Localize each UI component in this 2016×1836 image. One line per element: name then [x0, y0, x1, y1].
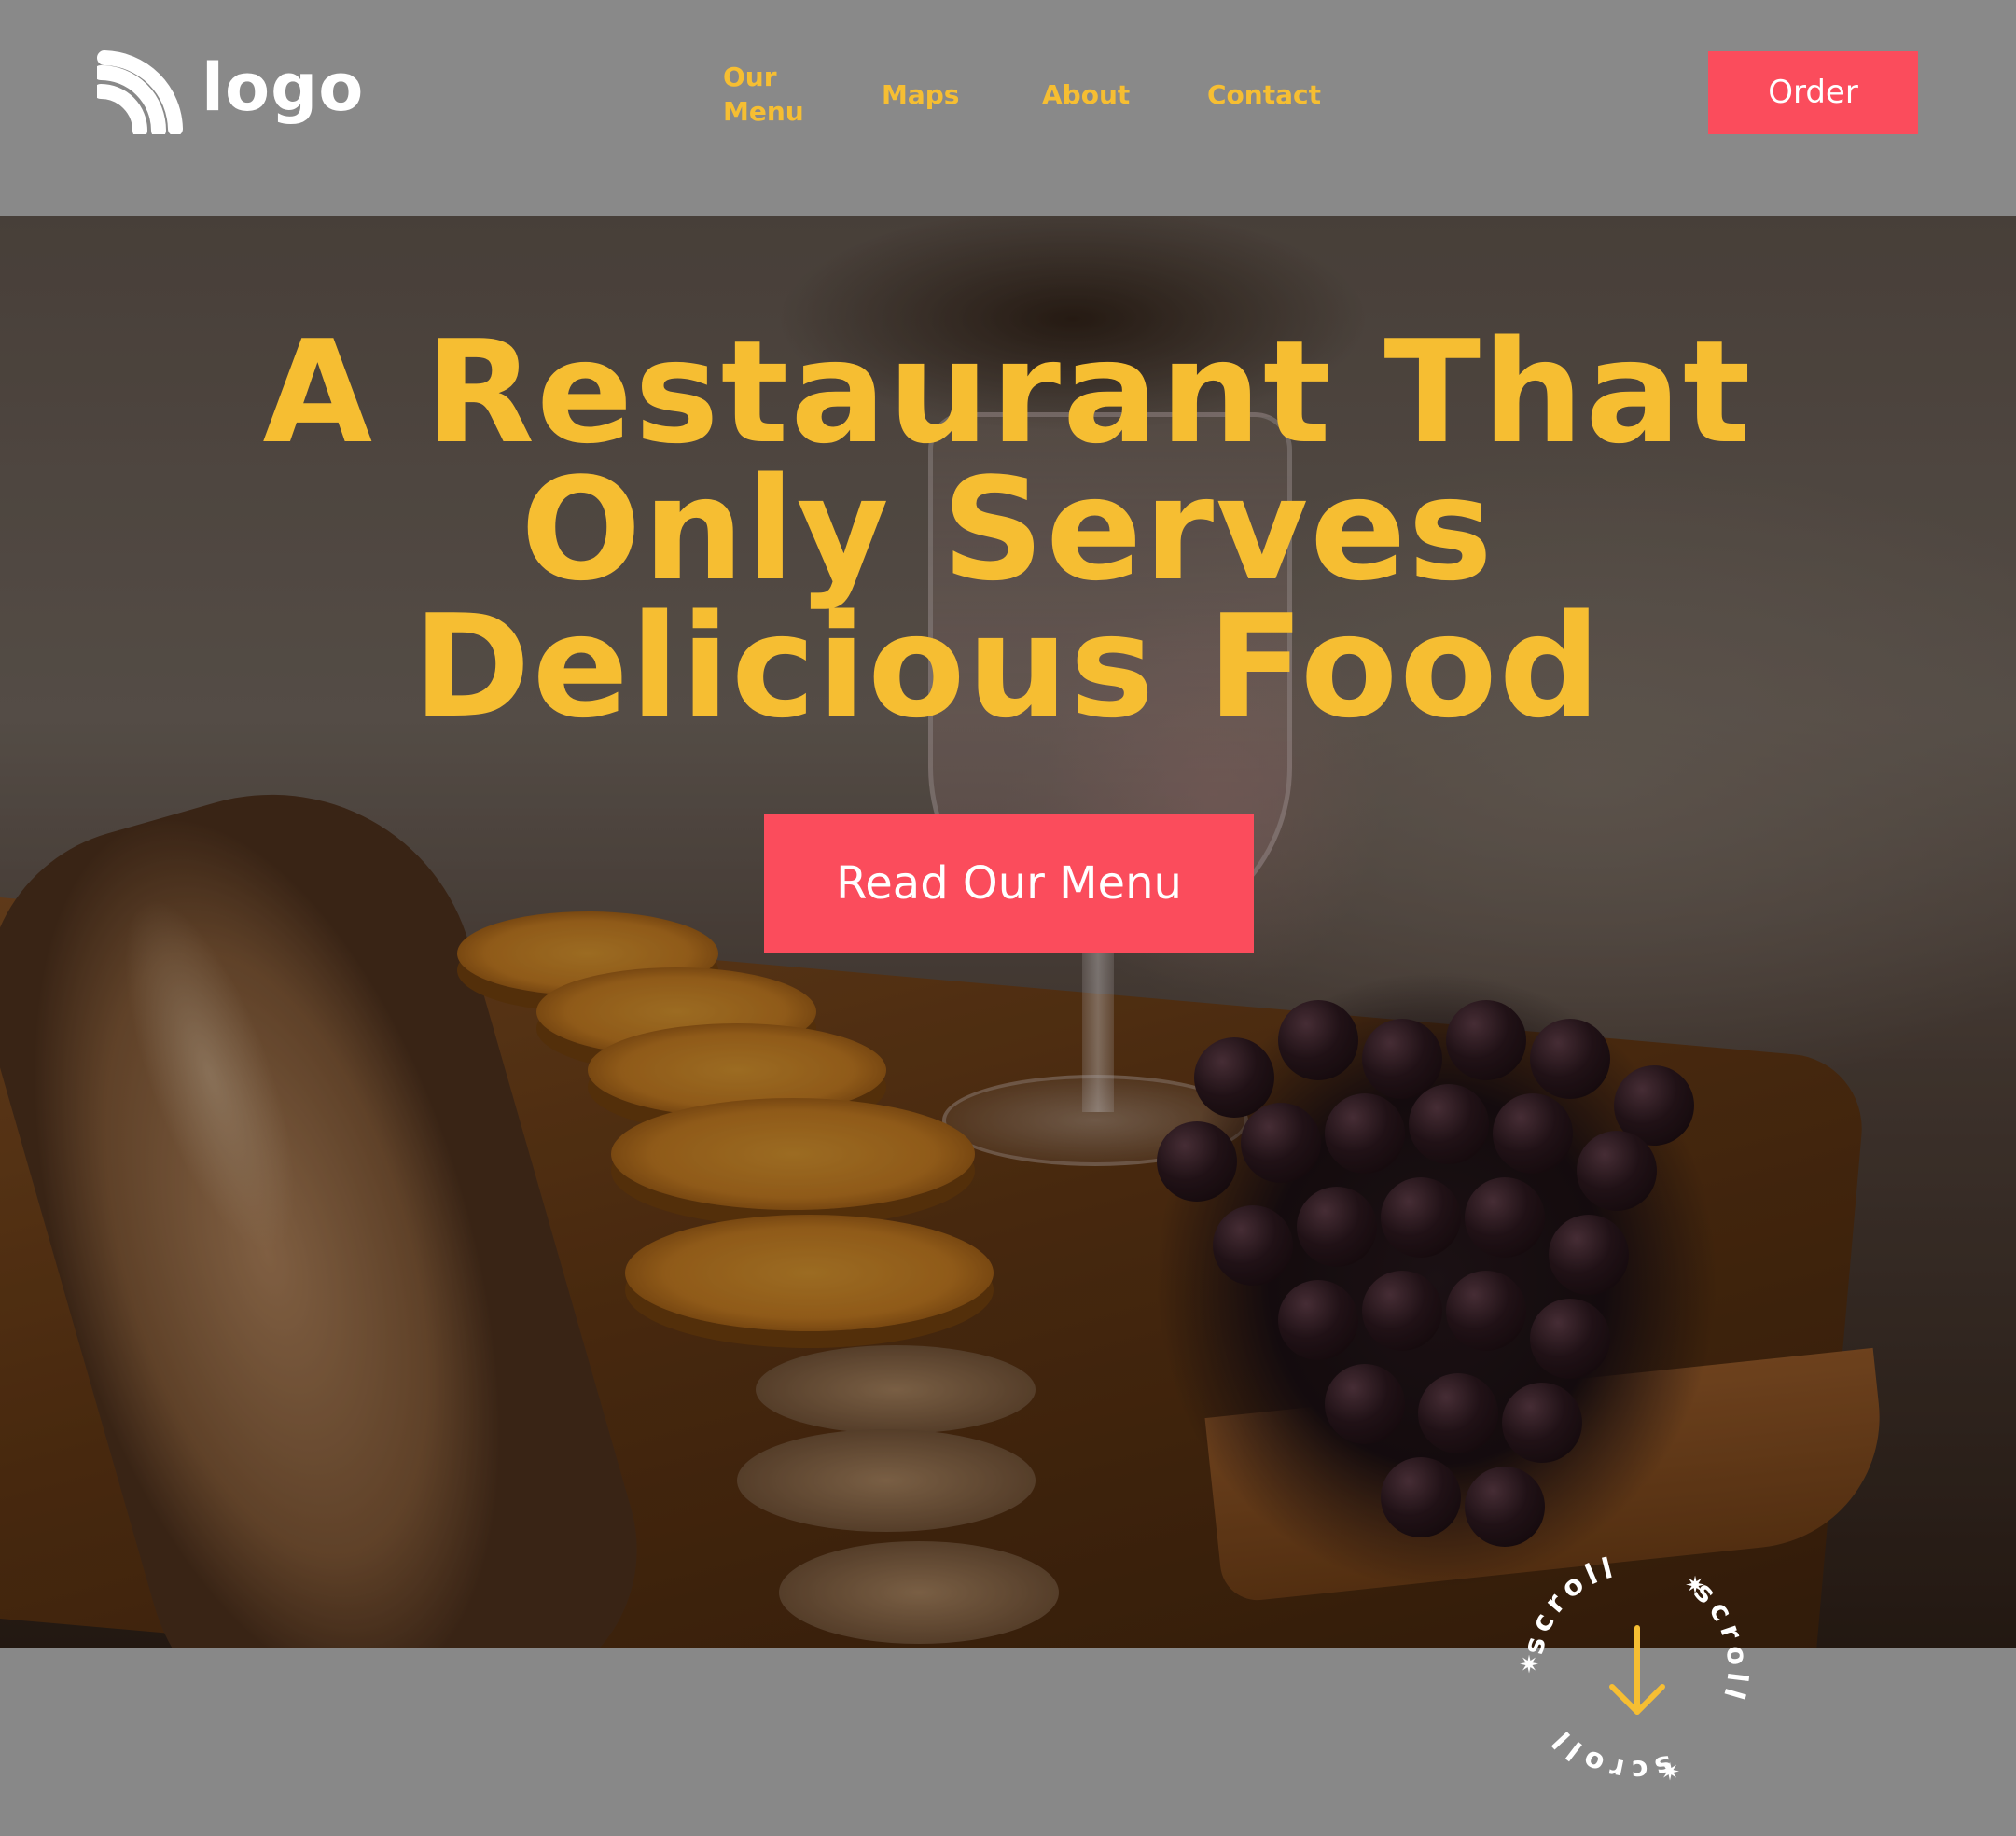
svg-text:✷: ✷: [1685, 1572, 1705, 1600]
site-header: logo Our Menu Maps About Contact Order: [0, 0, 2016, 216]
hero-section: A Restaurant That Only Serves Delicious …: [0, 216, 2016, 1648]
scroll-word: scroll: [1543, 1720, 1675, 1786]
svg-text:scroll: scroll: [1543, 1720, 1675, 1786]
svg-text:✷: ✷: [1519, 1651, 1539, 1679]
order-button[interactable]: Order: [1708, 51, 1918, 134]
nav-about[interactable]: About: [1042, 77, 1130, 112]
logo[interactable]: logo: [97, 49, 363, 134]
logo-wave-icon: [97, 50, 183, 134]
nav-maps[interactable]: Maps: [882, 77, 959, 112]
nav-our-menu[interactable]: Our Menu: [723, 60, 826, 129]
scroll-badge[interactable]: scroll scroll scroll ✷ ✷ ✷: [1516, 1549, 1754, 1787]
scroll-word: scroll: [1517, 1551, 1621, 1658]
nav-contact[interactable]: Contact: [1207, 77, 1321, 112]
arrow-down-icon: [1609, 1625, 1665, 1715]
read-our-menu-button[interactable]: Read Our Menu: [764, 814, 1254, 953]
hero-headline: A Restaurant That Only Serves Delicious …: [262, 310, 1753, 749]
logo-text: logo: [202, 49, 365, 126]
scroll-ring-text: scroll: [1517, 1551, 1621, 1658]
svg-text:✷: ✷: [1660, 1759, 1680, 1787]
